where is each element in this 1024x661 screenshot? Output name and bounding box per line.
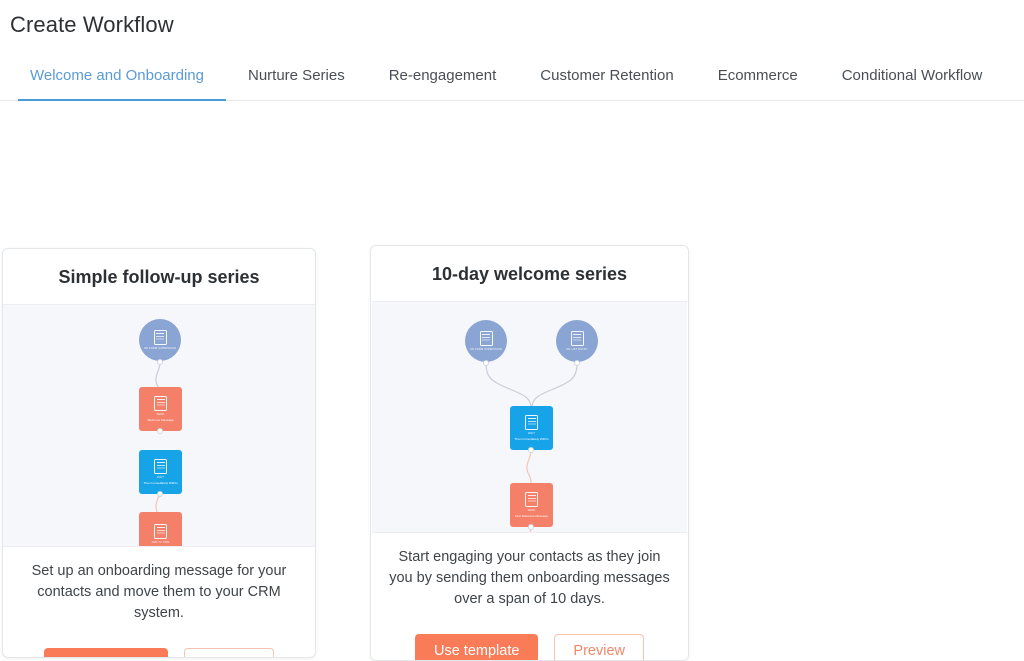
- node-kicker: On form submission: [470, 347, 502, 351]
- node-kicker: On list entry: [566, 347, 588, 351]
- clock-icon: [525, 414, 538, 430]
- node-kicker: On form submission: [144, 346, 176, 350]
- mail-icon: [154, 395, 167, 411]
- connector-dot: [574, 360, 580, 366]
- tab-re-engagement[interactable]: Re-engagement: [367, 50, 519, 100]
- tab-welcome-and-onboarding[interactable]: Welcome and Onboarding: [18, 50, 226, 101]
- crm-icon: [154, 523, 167, 539]
- contact-icon: [570, 330, 584, 346]
- use-template-button[interactable]: Use template: [44, 648, 168, 657]
- tab-customer-retention[interactable]: Customer Retention: [518, 50, 695, 100]
- template-card-title: Simple follow-up series: [58, 267, 260, 287]
- node-label: Welcome Message: [147, 417, 174, 422]
- template-card-grid: Simple follow-up series On form submissi…: [0, 101, 1024, 661]
- connector-dot: [157, 491, 163, 497]
- tab-label: Welcome and Onboarding: [30, 66, 204, 84]
- node-label: Then Immediately Within: [514, 436, 549, 441]
- template-card-footer: Set up an onboarding message for your co…: [3, 547, 315, 657]
- mail-icon: [525, 491, 538, 507]
- connector-dot: [483, 360, 489, 366]
- tab-label: Nurture Series: [248, 66, 345, 84]
- workflow-node-trigger-list[interactable]: On list entry: [556, 320, 598, 362]
- page-title: Create Workflow: [10, 12, 174, 37]
- workflow-node-wait[interactable]: Wait Then Immediately Within ...: [510, 406, 553, 450]
- template-card-description: Set up an onboarding message for your co…: [31, 563, 287, 621]
- connector-dot: [157, 428, 163, 434]
- connector-path: [531, 363, 578, 407]
- workflow-diagram-preview: On form submission Send Welcome Message …: [3, 304, 315, 547]
- workflow-diagram-preview: On form submission On list entry Wait Th…: [372, 301, 687, 533]
- page-header: Create Workflow: [0, 0, 1024, 50]
- connector-dot: [528, 524, 534, 530]
- tab-nurture-series[interactable]: Nurture Series: [226, 50, 367, 100]
- node-label: First Welcome Message: [514, 513, 549, 518]
- tab-label: Re-engagement: [388, 66, 497, 84]
- connector-dot: [157, 359, 163, 365]
- tab-label: Conditional Workflow: [841, 66, 983, 84]
- template-card-actions: Use template Preview: [387, 634, 672, 660]
- tab-label: Customer Retention: [540, 66, 674, 84]
- form-icon: [153, 329, 167, 345]
- workflow-node-add-to-crm[interactable]: Add To CRM: [139, 512, 182, 546]
- workflow-node-send-message[interactable]: Send First Welcome Message ...: [510, 483, 553, 527]
- use-template-button[interactable]: Use template: [414, 634, 539, 660]
- workflow-node-trigger-form[interactable]: On form submission: [465, 320, 507, 362]
- node-kicker: Add To CRM: [151, 540, 170, 544]
- template-card[interactable]: 10-day welcome series On form submission…: [370, 245, 689, 661]
- node-kicker: Wait: [528, 431, 535, 435]
- template-card-actions: Use template Preview: [19, 648, 299, 657]
- tab-conditional-workflow[interactable]: Conditional Workflow: [820, 50, 1005, 100]
- workflow-node-send-message[interactable]: Send Welcome Message ...: [139, 387, 182, 431]
- connector-dot: [528, 447, 534, 453]
- clock-icon: [154, 458, 167, 474]
- node-label: Then Immediately Within: [143, 480, 178, 485]
- category-tabbar: Welcome and Onboarding Nurture Series Re…: [0, 50, 1024, 101]
- tab-label: Ecommerce: [717, 66, 798, 84]
- template-card-footer: Start engaging your contacts as they joi…: [371, 533, 688, 660]
- workflow-node-wait[interactable]: Wait Then Immediately Within ...: [139, 450, 182, 494]
- connector-path: [485, 363, 532, 407]
- node-kicker: Wait: [157, 475, 164, 479]
- preview-button[interactable]: Preview: [183, 648, 274, 657]
- preview-button[interactable]: Preview: [554, 634, 644, 660]
- form-icon: [479, 330, 493, 346]
- template-card[interactable]: Simple follow-up series On form submissi…: [2, 248, 316, 658]
- node-kicker: Send: [527, 508, 536, 512]
- tab-ecommerce[interactable]: Ecommerce: [696, 50, 820, 100]
- connector-path: [526, 449, 532, 484]
- node-kicker: Send: [156, 412, 165, 416]
- workflow-node-trigger[interactable]: On form submission: [139, 319, 181, 361]
- template-card-title: 10-day welcome series: [431, 264, 628, 284]
